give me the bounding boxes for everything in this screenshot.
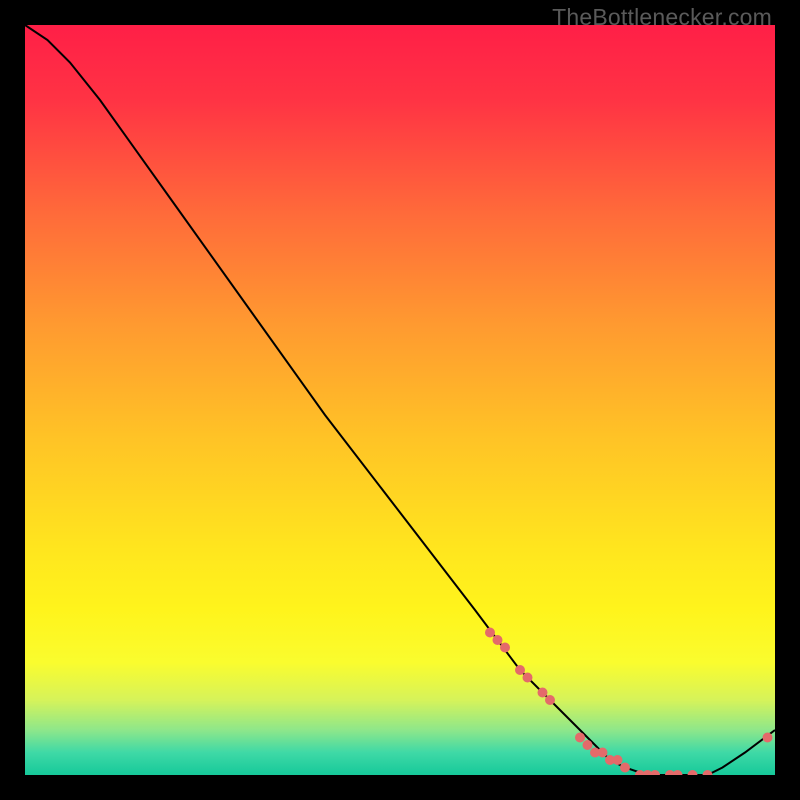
- marker-point: [575, 733, 585, 743]
- marker-point: [598, 748, 608, 758]
- marker-point: [523, 673, 533, 683]
- marker-point: [500, 643, 510, 653]
- marker-point: [583, 740, 593, 750]
- marker-point: [545, 695, 555, 705]
- plot-area: [25, 25, 775, 775]
- chart-stage: TheBottlenecker.com: [0, 0, 800, 800]
- watermark-text: TheBottlenecker.com: [552, 4, 772, 31]
- marker-point: [763, 733, 773, 743]
- chart-svg: [25, 25, 775, 775]
- marker-point: [485, 628, 495, 638]
- gradient-background: [25, 25, 775, 775]
- marker-point: [493, 635, 503, 645]
- marker-point: [620, 763, 630, 773]
- marker-point: [515, 665, 525, 675]
- marker-point: [613, 755, 623, 765]
- marker-point: [538, 688, 548, 698]
